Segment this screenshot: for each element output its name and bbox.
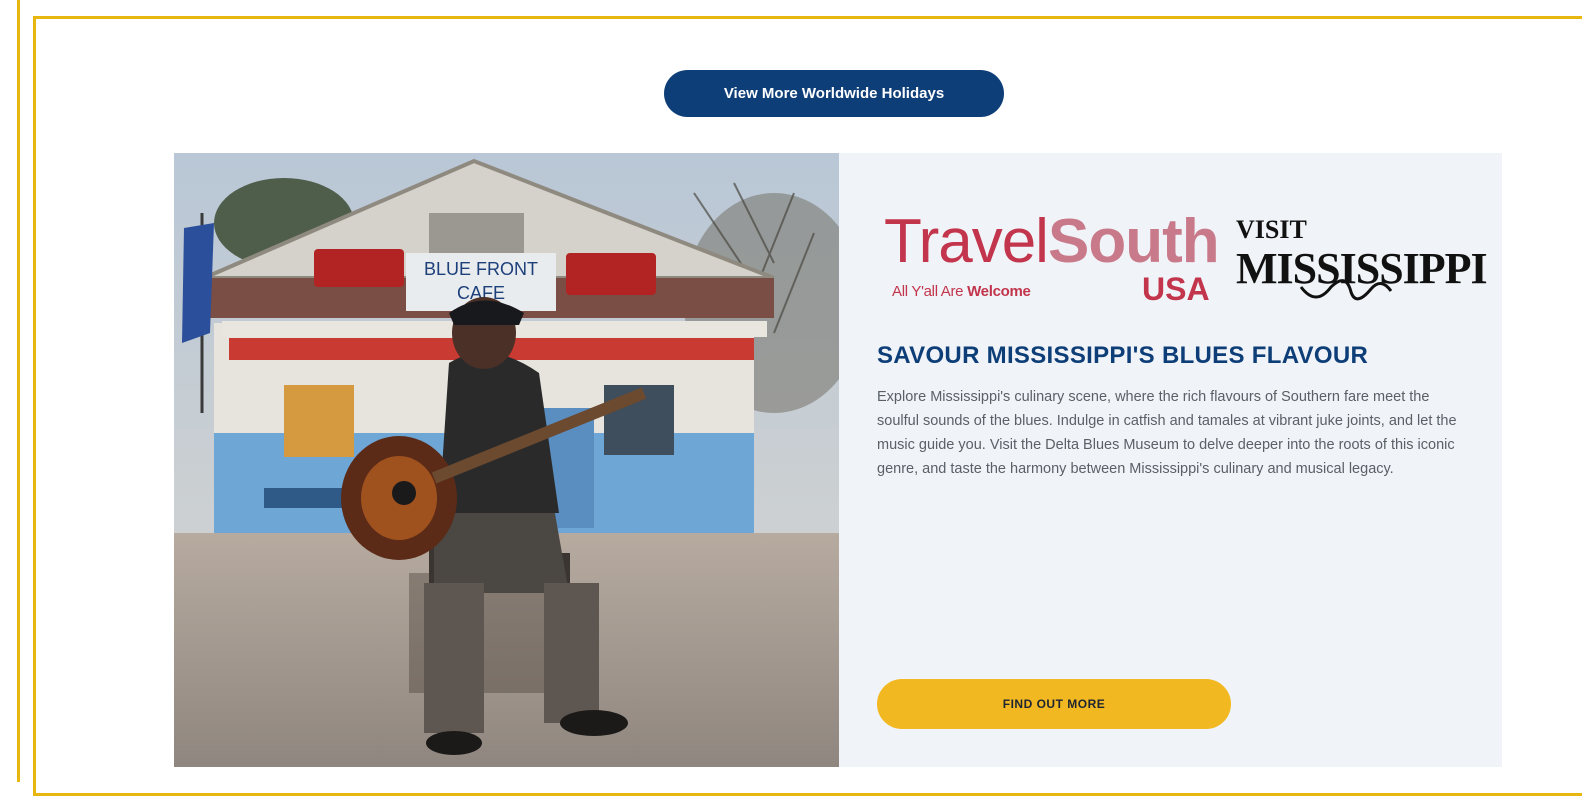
svg-text:BLUE FRONT: BLUE FRONT [424,259,538,279]
logo-tagline: All Y'all Are Welcome [892,283,1031,300]
left-border-strip [0,0,20,782]
blues-musician-photo: BLUE FRONT CAFE [174,153,839,767]
logo-tagline-bold: Welcome [967,283,1031,300]
logo-travel-word2: South [1047,207,1220,276]
photo-illustration: BLUE FRONT CAFE [174,153,839,767]
travel-south-logo: TravelSouth All Y'all Are Welcome USA [884,209,1224,309]
logo-swirl-icon [1299,279,1393,301]
logo-visit-word: VISIT [1236,215,1307,244]
promo-description: Explore Mississippi's culinary scene, wh… [877,389,1457,477]
partner-logos: TravelSouth All Y'all Are Welcome USA VI… [884,209,1488,309]
view-more-holidays-button[interactable]: View More Worldwide Holidays [664,70,1004,117]
promo-headline: SAVOUR MISSISSIPPI'S BLUES FLAVOUR [877,342,1369,369]
promo-card: BLUE FRONT CAFE TravelSouth All Y'all Ar… [174,153,1502,767]
logo-travel-word1: Travel [884,207,1049,276]
visit-mississippi-logo: VISIT MISSISSIPPI [1236,215,1488,315]
promo-frame: View More Worldwide Holidays BLUE FRONT … [33,16,1582,796]
find-out-more-button[interactable]: FIND OUT MORE [877,679,1231,729]
logo-tagline-prefix: All Y'all Are [892,283,968,300]
logo-usa: USA [1142,271,1210,307]
